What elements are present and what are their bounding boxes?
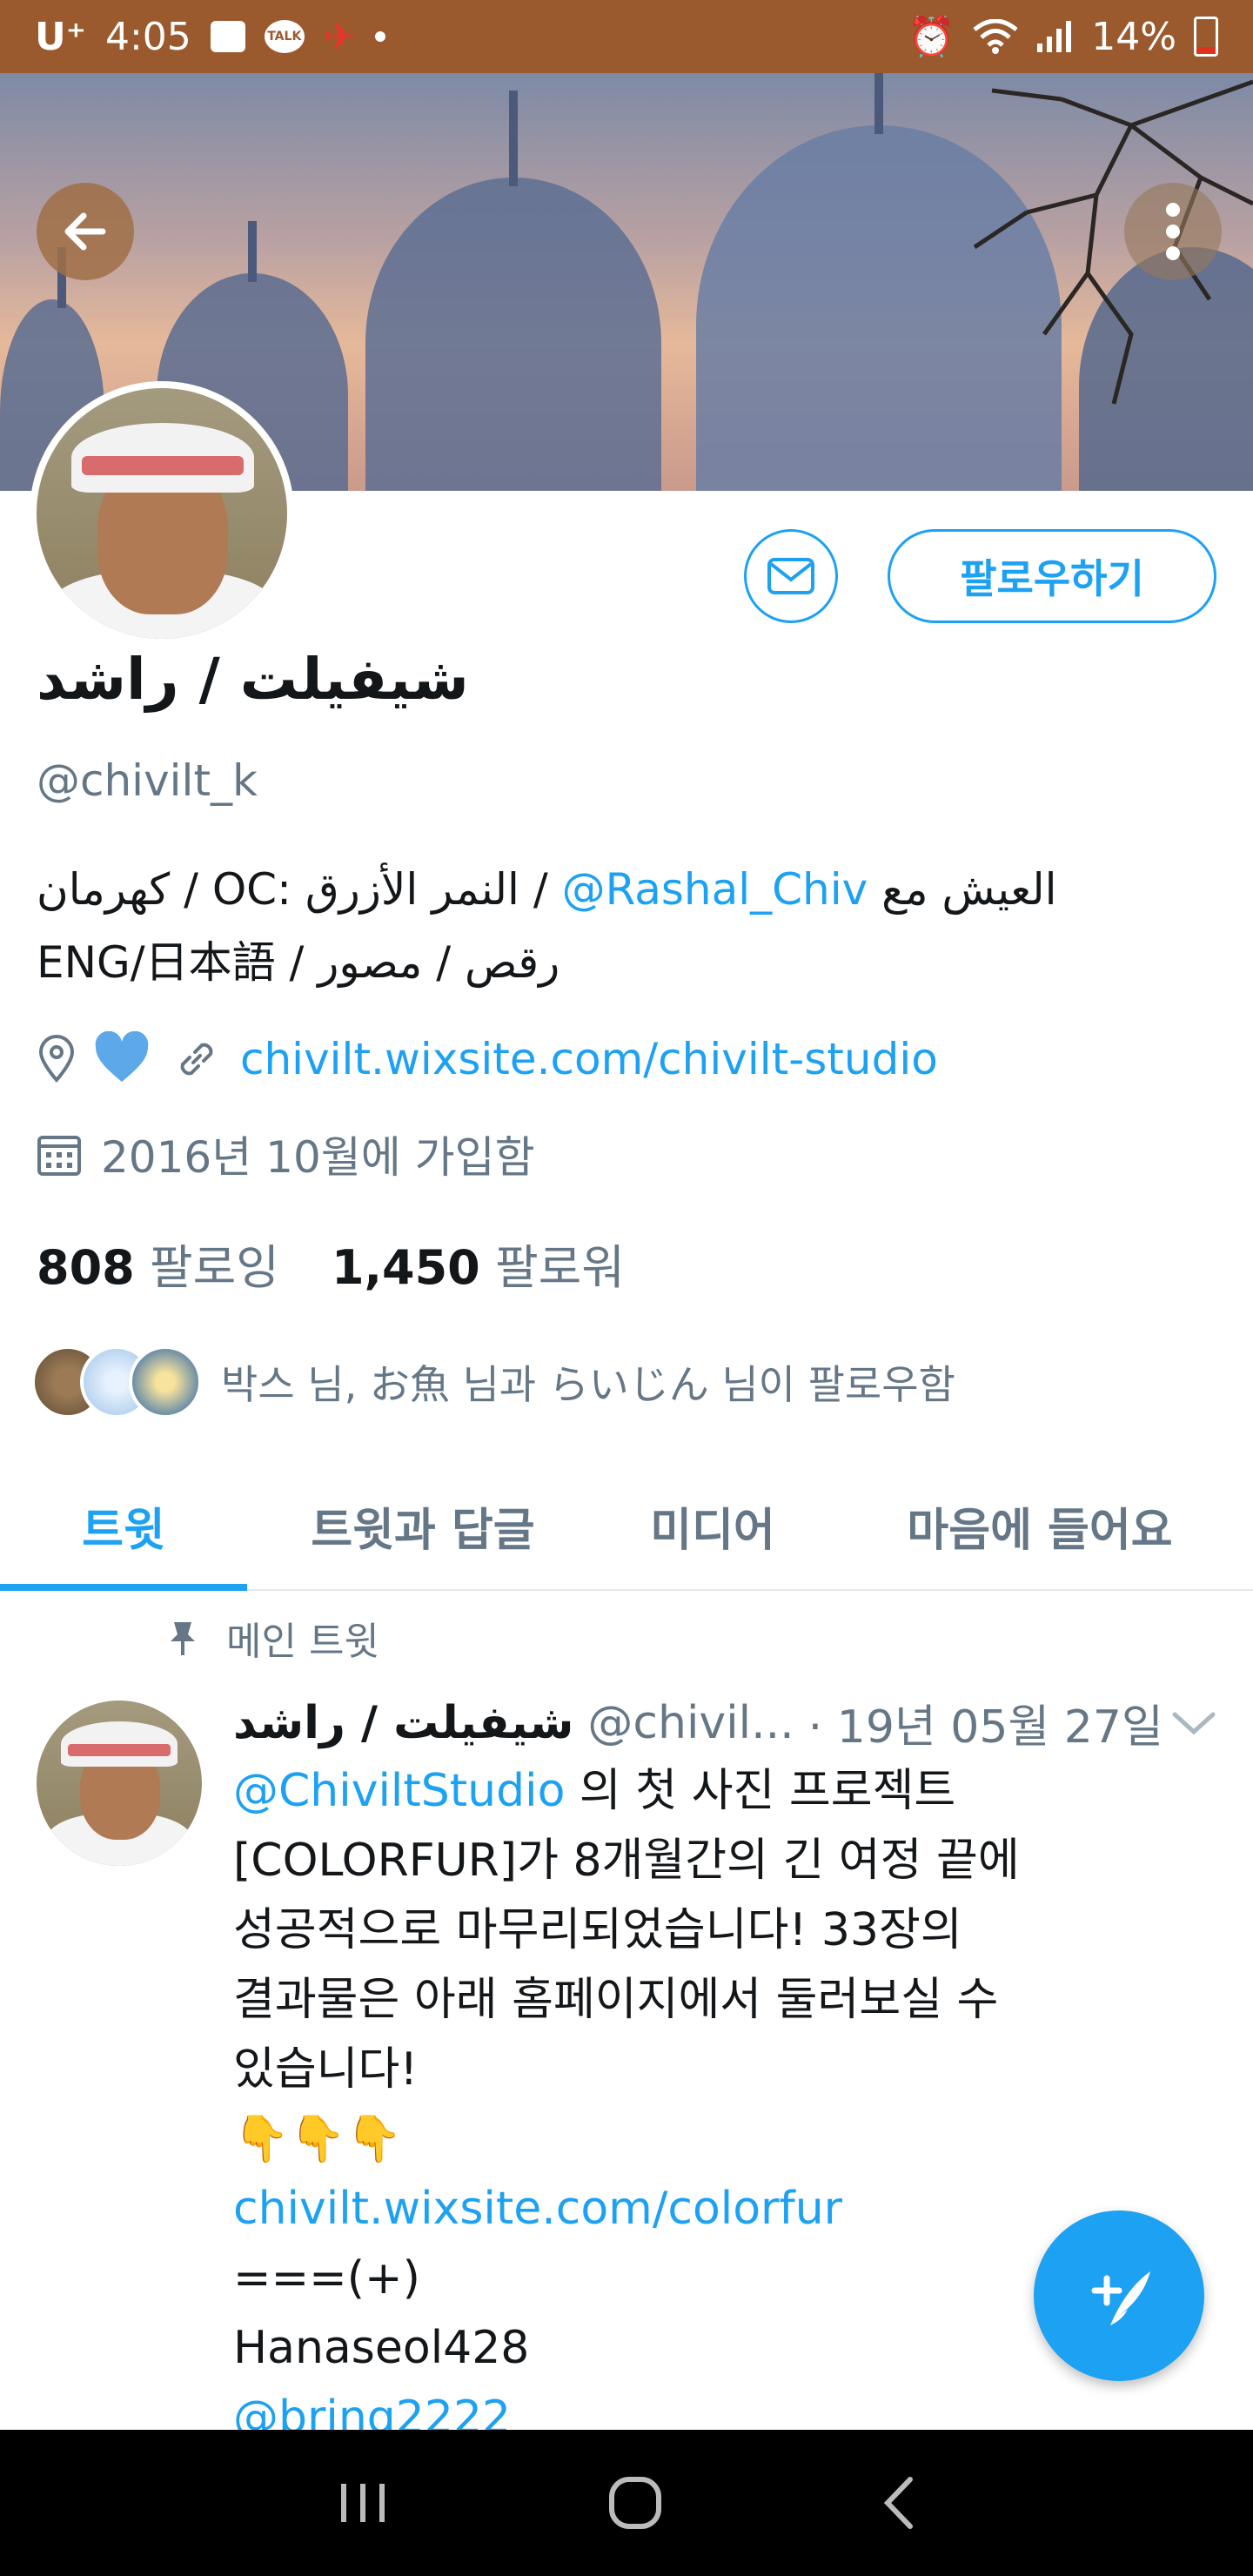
tweet-link[interactable]: chivilt.wixsite.com/colorfur: [233, 2174, 1156, 2244]
profile-avatar[interactable]: [30, 381, 294, 646]
pointing-down-emoji: 👇👇👇: [233, 2113, 403, 2165]
tab-tweets[interactable]: 트윗: [0, 1462, 247, 1591]
profile-meta-location-website: chivilt.wixsite.com/chivilt-studio: [37, 1031, 938, 1087]
tab-label: 미디어: [650, 1504, 775, 1557]
tweet-author-avatar[interactable]: [37, 1701, 202, 1866]
talk-icon: TALK: [264, 20, 305, 53]
bio-text: كهرمان / OC: النمر الأزرق /: [37, 864, 562, 915]
tab-label: 트윗: [82, 1504, 165, 1557]
location-icon: [38, 1035, 75, 1083]
profile-tabs: 트윗 트윗과 답글 미디어 마음에 들어요: [0, 1462, 1253, 1591]
tweet-line: Hanaseol428: [233, 2322, 530, 2374]
more-vertical-icon: [1166, 203, 1180, 260]
tweet-link-text[interactable]: chivilt.wixsite.com/colorfur: [233, 2183, 842, 2235]
bio-line-1: كهرمان / OC: النمر الأزرق / @Rashal_Chiv…: [37, 853, 1220, 926]
follow-button[interactable]: 팔로우하기: [888, 529, 1216, 623]
banner-spire: [248, 221, 257, 282]
chevron-down-icon[interactable]: [1171, 1709, 1216, 1737]
tweet-line: 있습니다!: [233, 2043, 419, 2096]
profile-joined-row: 2016년 10월에 가입함: [37, 1123, 535, 1185]
tab-likes[interactable]: 마음에 들어요: [827, 1462, 1253, 1589]
alarm-icon: ⏰: [908, 15, 956, 59]
tweet-mention-link[interactable]: @ChiviltStudio: [233, 1765, 565, 1817]
recent-apps-icon[interactable]: [332, 2477, 393, 2529]
followed-by-row[interactable]: 박스 님, お魚 님과 らいじん 님이 팔로우함: [31, 1345, 955, 1419]
avatar-headband: [82, 456, 244, 475]
tweet-emojis: 👇👇👇: [233, 2104, 1156, 2174]
profile-handle: @chivilt_k: [37, 755, 258, 806]
tweet-line: 성공적으로 마무리되었습니다! 33장의: [233, 1904, 962, 1956]
followers-count-link[interactable]: 1,450 팔로워: [332, 1229, 625, 1298]
plane-icon: ✈: [323, 14, 356, 59]
status-time: 4:05: [104, 14, 191, 59]
pin-icon: [171, 1622, 195, 1655]
mail-icon: [767, 558, 814, 594]
battery-percent: 14%: [1091, 14, 1176, 59]
tweet-author-name[interactable]: شيفيلت / راشد: [233, 1697, 573, 1749]
joined-date: 2016년 10월에 가입함: [101, 1132, 535, 1183]
tweet-text: 의 첫 사진 프로젝트: [565, 1765, 956, 1817]
more-options-button[interactable]: [1124, 183, 1222, 280]
signal-icon: [1037, 21, 1072, 52]
following-count-link[interactable]: 808 팔로잉: [37, 1229, 279, 1298]
pinned-text: 메인 트윗: [226, 1620, 379, 1664]
notification-dot-icon: [374, 31, 385, 42]
system-navigation-bar: [0, 2430, 1253, 2576]
back-arrow-icon: [64, 212, 106, 251]
tweet-line: [COLORFUR]가 8개월간의 긴 여정 끝에: [233, 1835, 1020, 1887]
follow-counts: 808 팔로잉 1,450 팔로워: [37, 1229, 625, 1298]
tab-media[interactable]: 미디어: [599, 1462, 827, 1589]
tab-label: 마음에 들어요: [907, 1504, 1173, 1557]
bio-text: العيش مع: [868, 864, 1057, 915]
bio-line-2: ENG/日本語 / رقص / مصور: [37, 937, 560, 988]
back-button[interactable]: [37, 183, 134, 280]
battery-icon: [1194, 17, 1218, 57]
link-icon: [180, 1043, 213, 1076]
banner-dome: [365, 178, 661, 491]
display-name: شيفيلت / راشد: [37, 646, 469, 713]
tweet-line: 결과물은 아래 홈페이지에서 둘러보실 수: [233, 1974, 999, 2026]
banner-spire: [509, 91, 518, 186]
avatar-headband: [68, 1744, 171, 1756]
profile-website-link[interactable]: chivilt.wixsite.com/chivilt-studio: [240, 1034, 938, 1084]
calendar-icon: [37, 1136, 81, 1176]
bio-mention-link[interactable]: @Rashal_Chiv: [562, 864, 868, 915]
home-icon[interactable]: [605, 2472, 666, 2533]
wifi-icon: [973, 19, 1018, 54]
profile-bio: كهرمان / OC: النمر الأزرق / @Rashal_Chiv…: [37, 853, 1220, 999]
back-nav-icon[interactable]: [877, 2472, 921, 2533]
pinned-tweet-label: 메인 트윗: [165, 1610, 379, 1666]
following-count: 808: [37, 1240, 135, 1295]
gallery-icon: [210, 21, 245, 52]
followers-count: 1,450: [331, 1240, 480, 1295]
tweet-date[interactable]: · 19년 05월 27일: [808, 1690, 1163, 1755]
tab-tweets-and-replies[interactable]: 트윗과 답글: [247, 1462, 599, 1589]
tweet-line: @ChiviltStudio 의 첫 사진 프로젝트: [233, 1756, 1156, 1826]
heart-icon: [95, 1031, 149, 1082]
followers-label: 팔로워: [494, 1240, 625, 1295]
avatar-image: [37, 388, 287, 639]
follower-avatar: [129, 1345, 202, 1419]
compose-tweet-button[interactable]: [1034, 2210, 1204, 2381]
tweet-line: ===(+): [233, 2252, 420, 2304]
status-bar: U⁺ 4:05 TALK ✈ ⏰ 14%: [0, 0, 1253, 73]
tab-label: 트윗과 답글: [311, 1504, 535, 1557]
tweet-author-handle[interactable]: @chivil...: [587, 1697, 794, 1749]
tweet-body[interactable]: @ChiviltStudio 의 첫 사진 프로젝트 [COLORFUR]가 8…: [233, 1756, 1156, 2452]
carrier-label: U⁺: [35, 14, 86, 59]
message-button[interactable]: [744, 529, 838, 623]
following-label: 팔로잉: [149, 1240, 279, 1295]
compose-icon: [1091, 2271, 1150, 2325]
tweet-header: شيفيلت / راشد @chivil... · 19년 05월 27일: [233, 1690, 1163, 1755]
followed-by-text: 박스 님, お魚 님과 らいじん 님이 팔로우함: [221, 1361, 955, 1408]
